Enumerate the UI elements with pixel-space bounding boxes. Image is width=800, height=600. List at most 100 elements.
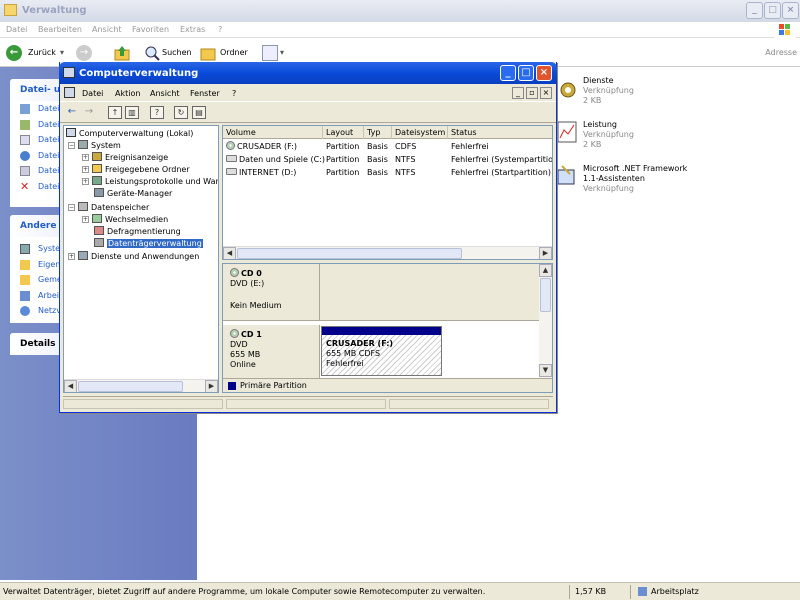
scroll-left-icon[interactable]: ◀ <box>223 247 236 259</box>
cv-minimize-button[interactable]: _ <box>500 65 516 81</box>
minimize-button[interactable]: _ <box>746 2 763 19</box>
scroll-thumb[interactable] <box>237 248 462 259</box>
back-arrow-icon[interactable]: ← <box>65 106 79 119</box>
disk-vscrollbar[interactable]: ▲ ▼ <box>539 264 552 378</box>
collapse-icon[interactable]: − <box>68 204 75 211</box>
tree-item-system[interactable]: − System <box>68 140 121 152</box>
tree-item-services[interactable]: + Dienste und Anwendungen <box>68 251 199 263</box>
search-icon[interactable] <box>144 45 160 61</box>
volume-row[interactable]: INTERNET (D:) Partition Basis NTFS Fehle… <box>223 166 552 179</box>
child-minimize-button[interactable]: _ <box>512 87 524 99</box>
cv-close-button[interactable]: × <box>536 65 552 81</box>
disk-legend: Primäre Partition <box>223 378 552 392</box>
tree-item-diskmgmt[interactable]: Datenträgerverwaltung <box>94 238 203 250</box>
computer-icon <box>20 290 30 301</box>
menu-datei[interactable]: Datei <box>6 25 27 34</box>
computer-management-icon <box>66 128 76 137</box>
col-layout[interactable]: Layout <box>323 126 364 139</box>
volume-row[interactable]: Daten und Spiele (C:) Partition Basis NT… <box>223 153 552 166</box>
services-apps-icon <box>78 251 88 260</box>
scroll-right-icon[interactable]: ▶ <box>539 247 552 259</box>
cv-menu-datei[interactable]: Datei <box>82 89 103 98</box>
child-close-button[interactable]: × <box>540 87 552 99</box>
tree-item-shared[interactable]: + Freigegebene Ordner <box>82 164 190 176</box>
scroll-right-icon[interactable]: ▶ <box>205 380 218 392</box>
performance-logs-icon <box>92 176 102 185</box>
cv-menu-fenster[interactable]: Fenster <box>190 89 220 98</box>
folder-icon <box>20 275 30 285</box>
views-dropdown-icon[interactable]: ▾ <box>280 48 284 57</box>
dotnet-wizard-icon <box>556 164 578 188</box>
search-button[interactable]: Suchen <box>162 48 192 57</box>
disk-area-cd0-empty <box>320 264 541 321</box>
close-button[interactable]: × <box>782 2 799 19</box>
menu-help[interactable]: ? <box>218 25 222 34</box>
forward-arrow-icon[interactable]: → <box>76 45 92 61</box>
expand-icon[interactable]: + <box>68 253 75 260</box>
refresh-icon[interactable]: ↻ <box>174 106 188 119</box>
volume-hscrollbar[interactable]: ◀ ▶ <box>223 246 552 259</box>
menu-bearbeiten[interactable]: Bearbeiten <box>38 25 82 34</box>
task-icon <box>20 119 30 130</box>
back-dropdown-icon[interactable]: ▾ <box>60 48 64 57</box>
disk-label-cd1[interactable]: CD 1 DVD 655 MB Online <box>223 325 320 378</box>
disk-management-icon <box>94 238 104 247</box>
back-arrow-icon[interactable]: ← <box>6 45 22 61</box>
cv-titlebar[interactable]: Computerverwaltung _ □ × <box>59 62 557 84</box>
menu-extras[interactable]: Extras <box>180 25 205 34</box>
cv-menu-aktion[interactable]: Aktion <box>115 89 140 98</box>
folders-button[interactable]: Ordner <box>220 48 248 57</box>
tree-item-removable[interactable]: + Wechselmedien <box>82 214 168 226</box>
col-volume[interactable]: Volume <box>223 126 323 139</box>
tree-item-defrag[interactable]: Defragmentierung <box>94 226 181 238</box>
menu-ansicht[interactable]: Ansicht <box>92 25 122 34</box>
disk-graphical-view: CD 0 DVD (E:) Kein Medium CD 1 DVD 655 M… <box>222 263 553 393</box>
expand-icon[interactable]: + <box>82 166 89 173</box>
scroll-left-icon[interactable]: ◀ <box>64 380 77 392</box>
scroll-up-icon[interactable]: ▲ <box>539 264 552 277</box>
child-restore-button[interactable]: ▫ <box>526 87 538 99</box>
scroll-thumb[interactable] <box>540 278 551 312</box>
scroll-down-icon[interactable]: ▼ <box>539 364 552 377</box>
folder-icon <box>4 4 17 16</box>
collapse-icon[interactable]: − <box>68 142 75 149</box>
up-folder-icon[interactable] <box>114 45 130 61</box>
tree-item-root[interactable]: Computerverwaltung (Lokal) <box>66 128 193 140</box>
tree-item-events[interactable]: + Ereignisanzeige <box>82 152 168 164</box>
tree-item-storage[interactable]: − Datenspeicher <box>68 202 149 214</box>
col-status[interactable]: Status <box>448 126 552 139</box>
partition-crusader[interactable]: CRUSADER (F:) 655 MB CDFS Fehlerfrei <box>321 326 442 376</box>
computer-management-window: Computerverwaltung _ □ × Datei Aktion An… <box>59 62 557 413</box>
col-typ[interactable]: Typ <box>364 126 392 139</box>
col-filesystem[interactable]: Dateisystem <box>392 126 448 139</box>
explorer-menubar: Datei Bearbeiten Ansicht Favoriten Extra… <box>0 22 800 38</box>
folder-icon <box>20 259 30 270</box>
cv-menu-ansicht[interactable]: Ansicht <box>150 89 180 98</box>
show-hide-tree-icon[interactable]: ▥ <box>125 106 139 119</box>
scroll-thumb[interactable] <box>78 381 183 392</box>
partition-color-bar <box>322 327 441 335</box>
event-viewer-icon <box>92 152 102 161</box>
tree-item-perf[interactable]: + Leistungsprotokolle und Wan <box>82 176 218 188</box>
expand-icon[interactable]: + <box>82 154 89 161</box>
expand-icon[interactable]: + <box>82 216 89 223</box>
menu-favoriten[interactable]: Favoriten <box>132 25 169 34</box>
system-menu-icon[interactable] <box>64 87 75 98</box>
disk-label-cd0[interactable]: CD 0 DVD (E:) Kein Medium <box>223 264 320 321</box>
volume-row[interactable]: CRUSADER (F:) Partition Basis CDFS Fehle… <box>223 140 552 153</box>
cv-menu-help[interactable]: ? <box>232 89 236 98</box>
back-button[interactable]: Zurück <box>28 48 56 57</box>
computer-management-icon <box>63 67 75 78</box>
views-icon[interactable] <box>262 45 278 61</box>
forward-arrow-icon[interactable]: → <box>82 106 96 119</box>
legend-label: Primäre Partition <box>240 381 307 390</box>
folders-icon[interactable] <box>200 45 216 61</box>
tree-item-devmgr[interactable]: Geräte-Manager <box>94 188 172 200</box>
properties-icon[interactable]: ▤ <box>192 106 206 119</box>
up-level-icon[interactable]: ↑ <box>108 106 122 119</box>
expand-icon[interactable]: + <box>82 178 89 185</box>
tree-hscrollbar[interactable]: ◀ ▶ <box>64 379 218 392</box>
help-icon[interactable]: ? <box>150 106 164 119</box>
cv-maximize-button[interactable]: □ <box>518 65 534 81</box>
maximize-button[interactable]: □ <box>764 2 781 19</box>
